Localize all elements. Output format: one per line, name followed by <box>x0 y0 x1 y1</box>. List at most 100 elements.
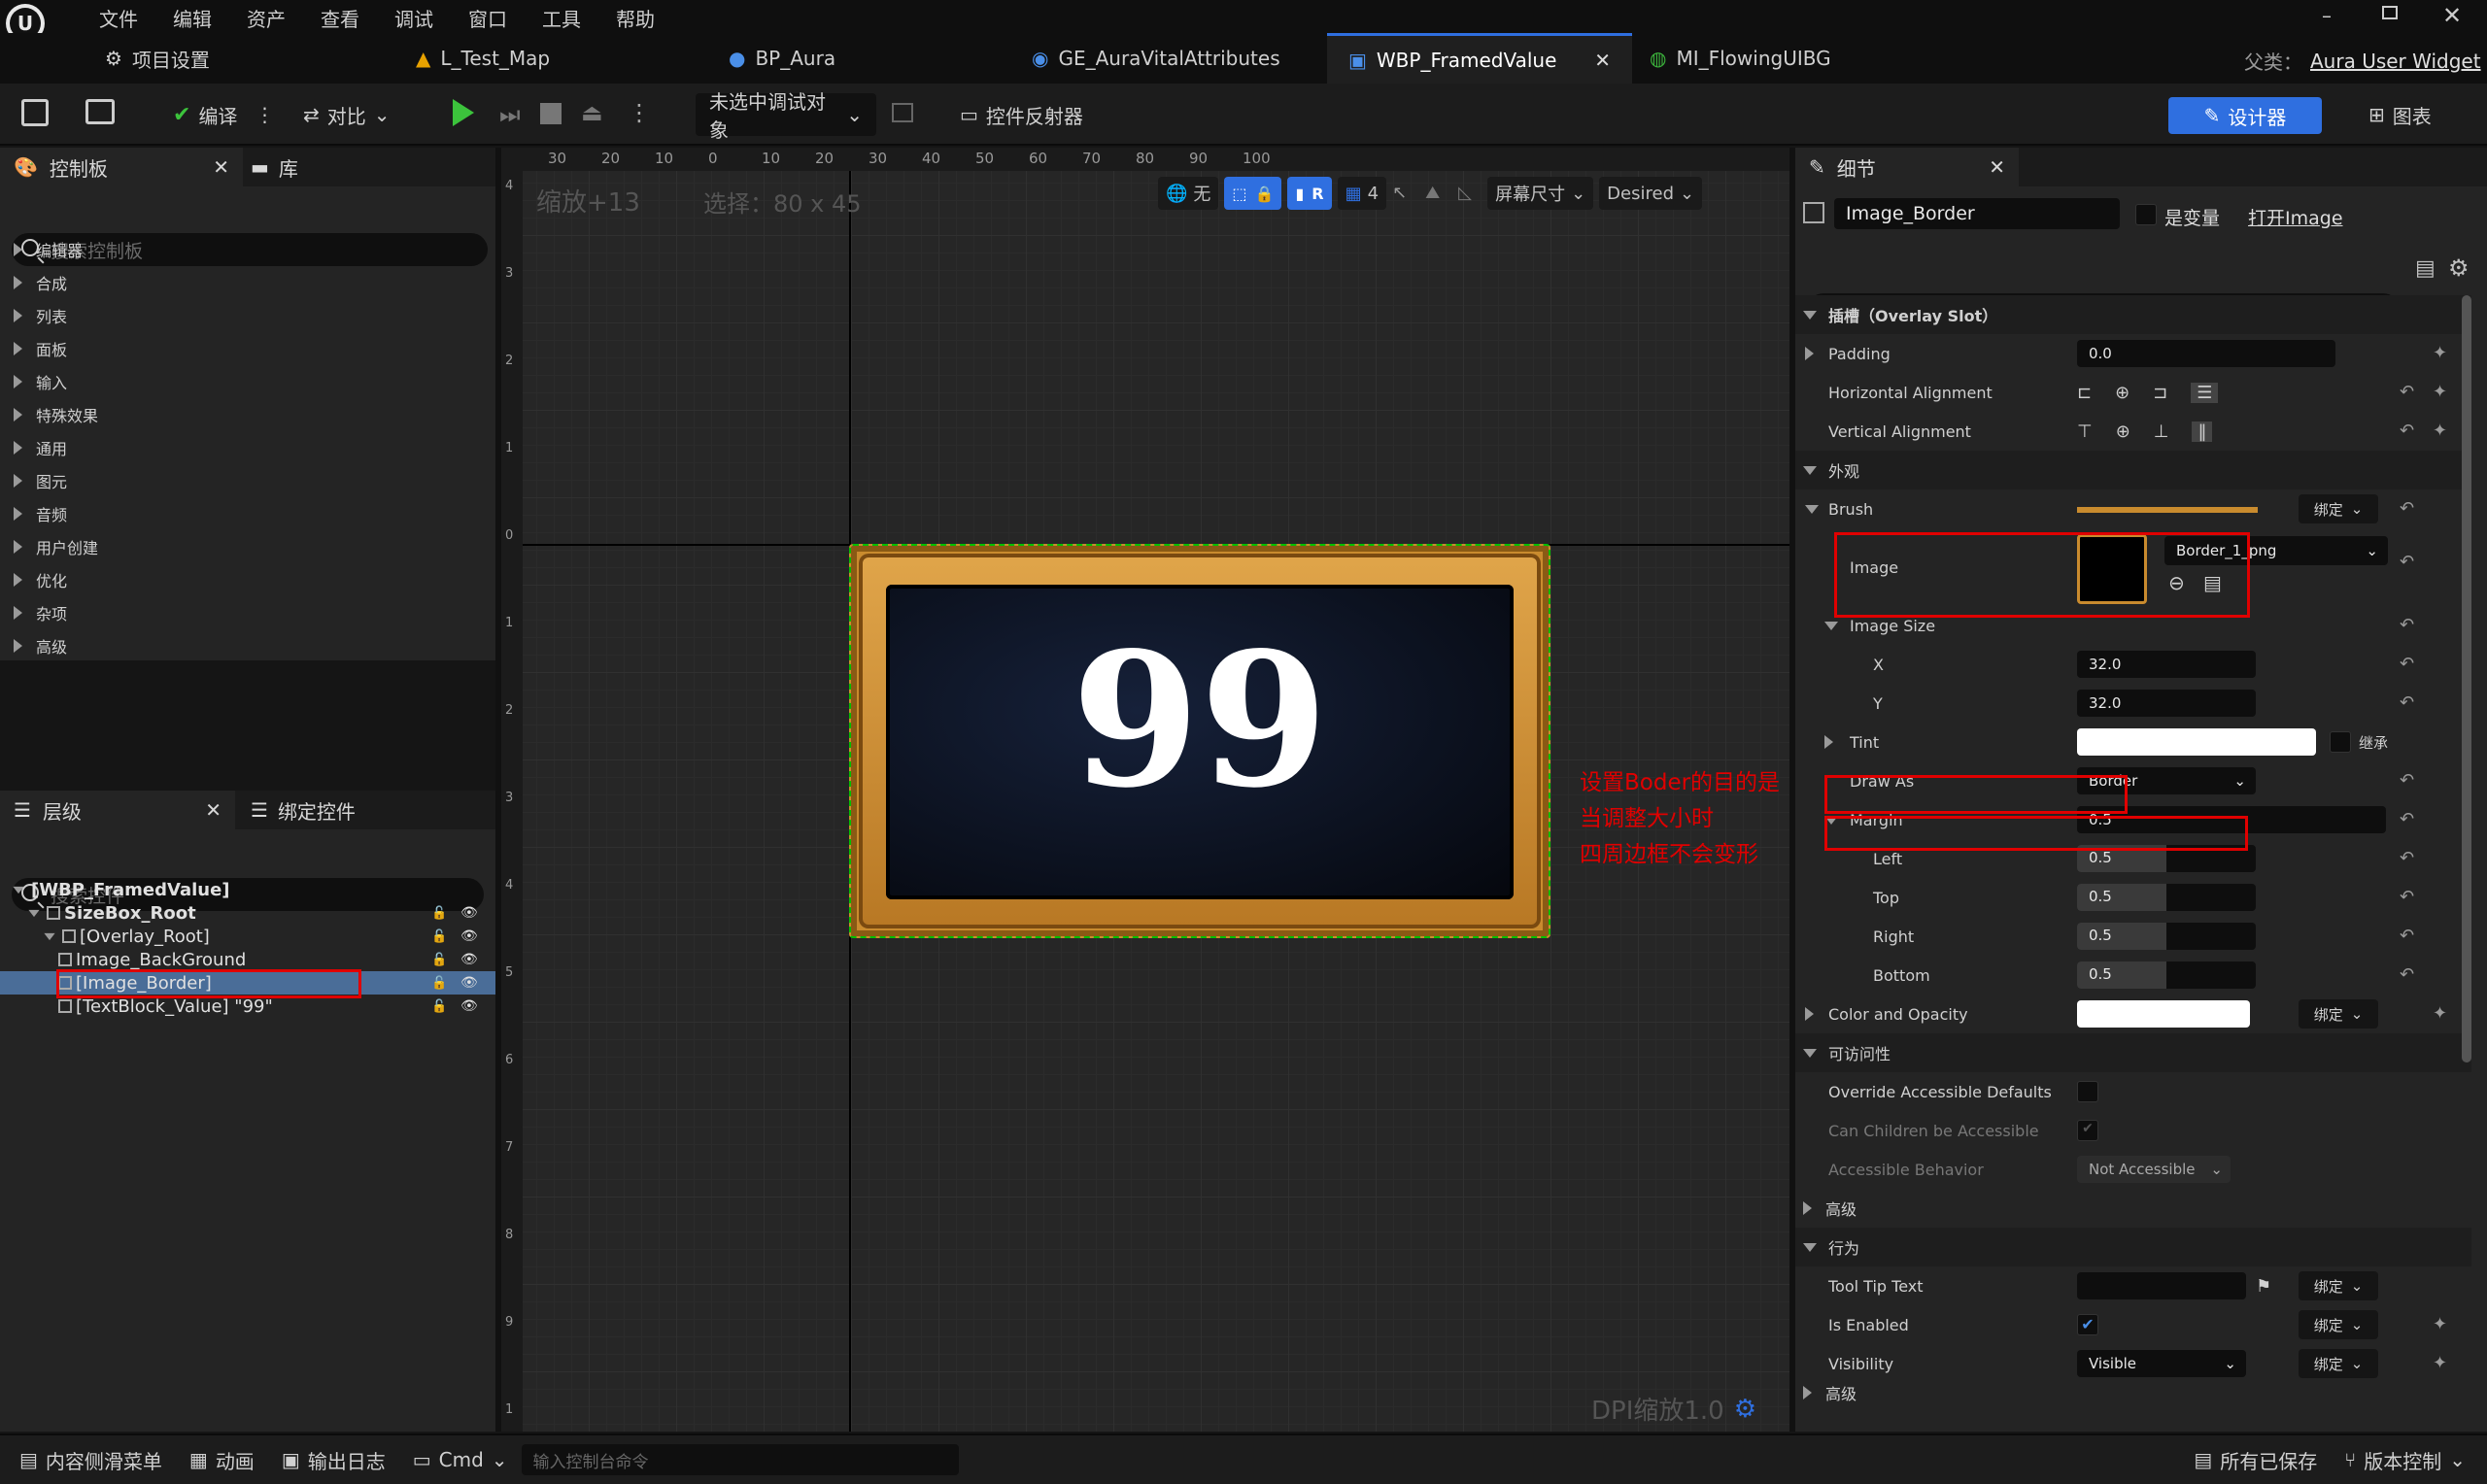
reset-icon[interactable]: ✦ <box>2433 345 2450 362</box>
debug-object-dropdown[interactable]: 未选中调试对象 ⌄ <box>696 90 876 142</box>
close-icon[interactable]: ✕ <box>213 155 229 179</box>
content-drawer-button[interactable]: ▤ 内容侧滑菜单 <box>6 1438 176 1481</box>
palette-category[interactable]: 杂项 <box>0 596 495 629</box>
lock-icon[interactable]: 🔓 <box>431 929 447 944</box>
lock-icon[interactable]: 🔓 <box>431 953 447 967</box>
console-command-input[interactable]: 输入控制台命令 <box>521 1444 959 1475</box>
designer-canvas[interactable]: 30 20 10 0 10 20 30 40 50 60 70 80 90 100 43210123456… <box>501 148 1789 1432</box>
lock-icon[interactable]: 🔓 <box>431 976 447 991</box>
bind-dropdown[interactable]: 绑定 ⌄ <box>2299 494 2378 523</box>
tab-library[interactable]: ▬ 库 <box>243 153 298 182</box>
menu-item[interactable]: 帮助 <box>616 4 655 32</box>
visibility-dropdown[interactable]: Visible ⌄ <box>2077 1350 2246 1377</box>
browse-icon[interactable] <box>85 99 115 124</box>
tooltip-field[interactable] <box>2077 1272 2246 1299</box>
align-bottom-icon[interactable]: ⊥ <box>2154 422 2169 442</box>
widget-name-field[interactable]: Image_Border <box>1834 198 2120 229</box>
palette-category[interactable]: 特殊效果 <box>0 398 495 431</box>
graph-button[interactable]: ⊞ 图表 <box>2355 93 2445 136</box>
close-icon[interactable]: ✕ <box>205 798 221 822</box>
reset-icon[interactable]: ↶ <box>2400 811 2417 828</box>
palette-category[interactable]: 列表 <box>0 299 495 332</box>
color-opacity-swatch[interactable] <box>2077 1000 2250 1028</box>
diff-button[interactable]: ⇄ 对比 ⌄ <box>290 93 404 136</box>
scrollbar[interactable] <box>2462 295 2471 1062</box>
grid-snap-button[interactable]: ▦ 4 <box>1337 177 1387 210</box>
bind-dropdown[interactable]: 绑定 ⌄ <box>2299 999 2378 1029</box>
framed-value-widget[interactable]: 99 <box>849 544 1550 938</box>
source-control-button[interactable]: ⑂ 版本控制 ⌄ <box>2331 1438 2479 1481</box>
tab-details[interactable]: ✎ 细节 ✕ <box>1795 148 2019 186</box>
all-saved-button[interactable]: ▤ 所有已保存 <box>2180 1438 2331 1481</box>
align-fill-icon[interactable]: ☰ <box>2191 382 2219 403</box>
override-accessible-checkbox[interactable] <box>2077 1081 2098 1102</box>
restore-button[interactable] <box>2382 6 2398 19</box>
reset-icon[interactable]: ✦ <box>2433 1355 2450 1372</box>
palette-category[interactable]: 合成 <box>0 266 495 299</box>
align-right-icon[interactable]: ⊐ <box>2153 383 2167 403</box>
reset-icon[interactable]: ✦ <box>2433 384 2450 401</box>
halign-buttons[interactable]: ⊏ ⊕ ⊐ ☰ <box>2077 382 2219 403</box>
reset-icon[interactable]: ↶ <box>2400 694 2417 712</box>
menu-item[interactable]: 文件 <box>99 4 138 32</box>
compile-button[interactable]: ✔ 编译 ⋮ <box>159 93 288 136</box>
tree-item[interactable]: Image_BackGround 🔓 👁 <box>0 948 495 971</box>
is-enabled-checkbox[interactable]: ✔ <box>2077 1314 2098 1335</box>
cursor-icon[interactable]: ↖ <box>1392 177 1419 210</box>
palette-category[interactable]: 用户创建 <box>0 530 495 563</box>
advanced-section[interactable]: 高级 <box>1795 1383 2471 1402</box>
close-window-button[interactable]: ✕ <box>2442 2 2462 29</box>
tab-ge-aura-vital[interactable]: ◉ GE_AuraVitalAttributes <box>1010 33 1321 84</box>
reset-icon[interactable]: ✦ <box>2433 422 2450 440</box>
output-log-button[interactable]: ▣ 输出日志 <box>268 1438 399 1481</box>
eject-icon[interactable]: ⏏ <box>581 99 603 126</box>
save-icon[interactable] <box>21 99 49 126</box>
flag-icon[interactable]: ⚑ <box>2256 1276 2271 1297</box>
minimize-button[interactable]: – <box>2322 4 2341 27</box>
tab-palette[interactable]: 🎨 控制板 ✕ <box>0 148 243 186</box>
menu-item[interactable]: 查看 <box>321 4 359 32</box>
align-center-icon[interactable]: ⊕ <box>2115 383 2129 403</box>
respect-locks-button[interactable]: ▮ R <box>1287 177 1332 210</box>
menu-item[interactable]: 窗口 <box>468 4 507 32</box>
widget-reflector-button[interactable]: ▭ 控件反射器 <box>946 93 1097 136</box>
locale-button[interactable]: 🌐 无 <box>1158 177 1219 210</box>
tab-test-map[interactable]: ▲ L_Test_Map <box>394 33 705 84</box>
settings-icon[interactable]: ⚙ <box>2448 254 2470 282</box>
reset-icon[interactable]: ↶ <box>2400 966 2417 984</box>
align-middle-icon[interactable]: ⊕ <box>2116 422 2130 442</box>
step-icon[interactable]: ⏭ <box>499 101 521 128</box>
close-icon[interactable]: ✕ <box>1989 155 2005 179</box>
menu-item[interactable]: 编辑 <box>173 4 212 32</box>
reset-icon[interactable]: ↶ <box>2400 928 2417 945</box>
tab-bind-widgets[interactable]: ☰ 绑定控件 <box>235 796 356 825</box>
lock-icon[interactable]: 🔓 <box>431 906 447 921</box>
menu-item[interactable]: 资产 <box>247 4 286 32</box>
visibility-eye-icon[interactable]: 👁 <box>460 952 478 967</box>
visibility-eye-icon[interactable]: 👁 <box>460 975 478 991</box>
reset-icon[interactable]: ↶ <box>2400 656 2417 673</box>
settings-gear-icon[interactable]: ⚙ <box>1734 1395 1756 1424</box>
close-tab-icon[interactable]: ✕ <box>1594 49 1611 72</box>
designer-button[interactable]: ✎ 设计器 <box>2168 97 2322 134</box>
align-top-icon[interactable]: ⊤ <box>2077 422 2093 442</box>
palette-category[interactable]: 通用 <box>0 431 495 464</box>
reset-icon[interactable]: ↶ <box>2400 617 2417 634</box>
reset-icon[interactable]: ↶ <box>2400 772 2417 790</box>
desired-dropdown[interactable]: Desired ⌄ <box>1599 177 1703 210</box>
bind-dropdown[interactable]: 绑定 ⌄ <box>2299 1271 2378 1300</box>
palette-category[interactable]: 音频 <box>0 497 495 530</box>
mountain-icon[interactable]: ⛰ <box>1425 177 1452 210</box>
margin-top-field[interactable]: 0.5 <box>2077 884 2256 911</box>
is-variable-checkbox[interactable] <box>2135 204 2157 225</box>
reset-icon[interactable]: ✦ <box>2433 1005 2450 1023</box>
palette-category[interactable]: 优化 <box>0 563 495 596</box>
tab-wbp-framed-value[interactable]: ▣ WBP_FramedValue ✕ <box>1327 33 1632 84</box>
tree-item[interactable]: [Overlay_Root] 🔓 👁 <box>0 925 495 948</box>
menu-item[interactable]: 工具 <box>542 4 581 32</box>
valign-buttons[interactable]: ⊤ ⊕ ⊥ ‖ <box>2077 421 2213 442</box>
tab-hierarchy[interactable]: ☰ 层级 ✕ <box>0 791 235 829</box>
stop-icon[interactable] <box>540 103 562 124</box>
tree-item[interactable]: SizeBox_Root 🔓 👁 <box>0 901 495 925</box>
lock-button[interactable]: ⬚ 🔒 <box>1224 177 1282 210</box>
